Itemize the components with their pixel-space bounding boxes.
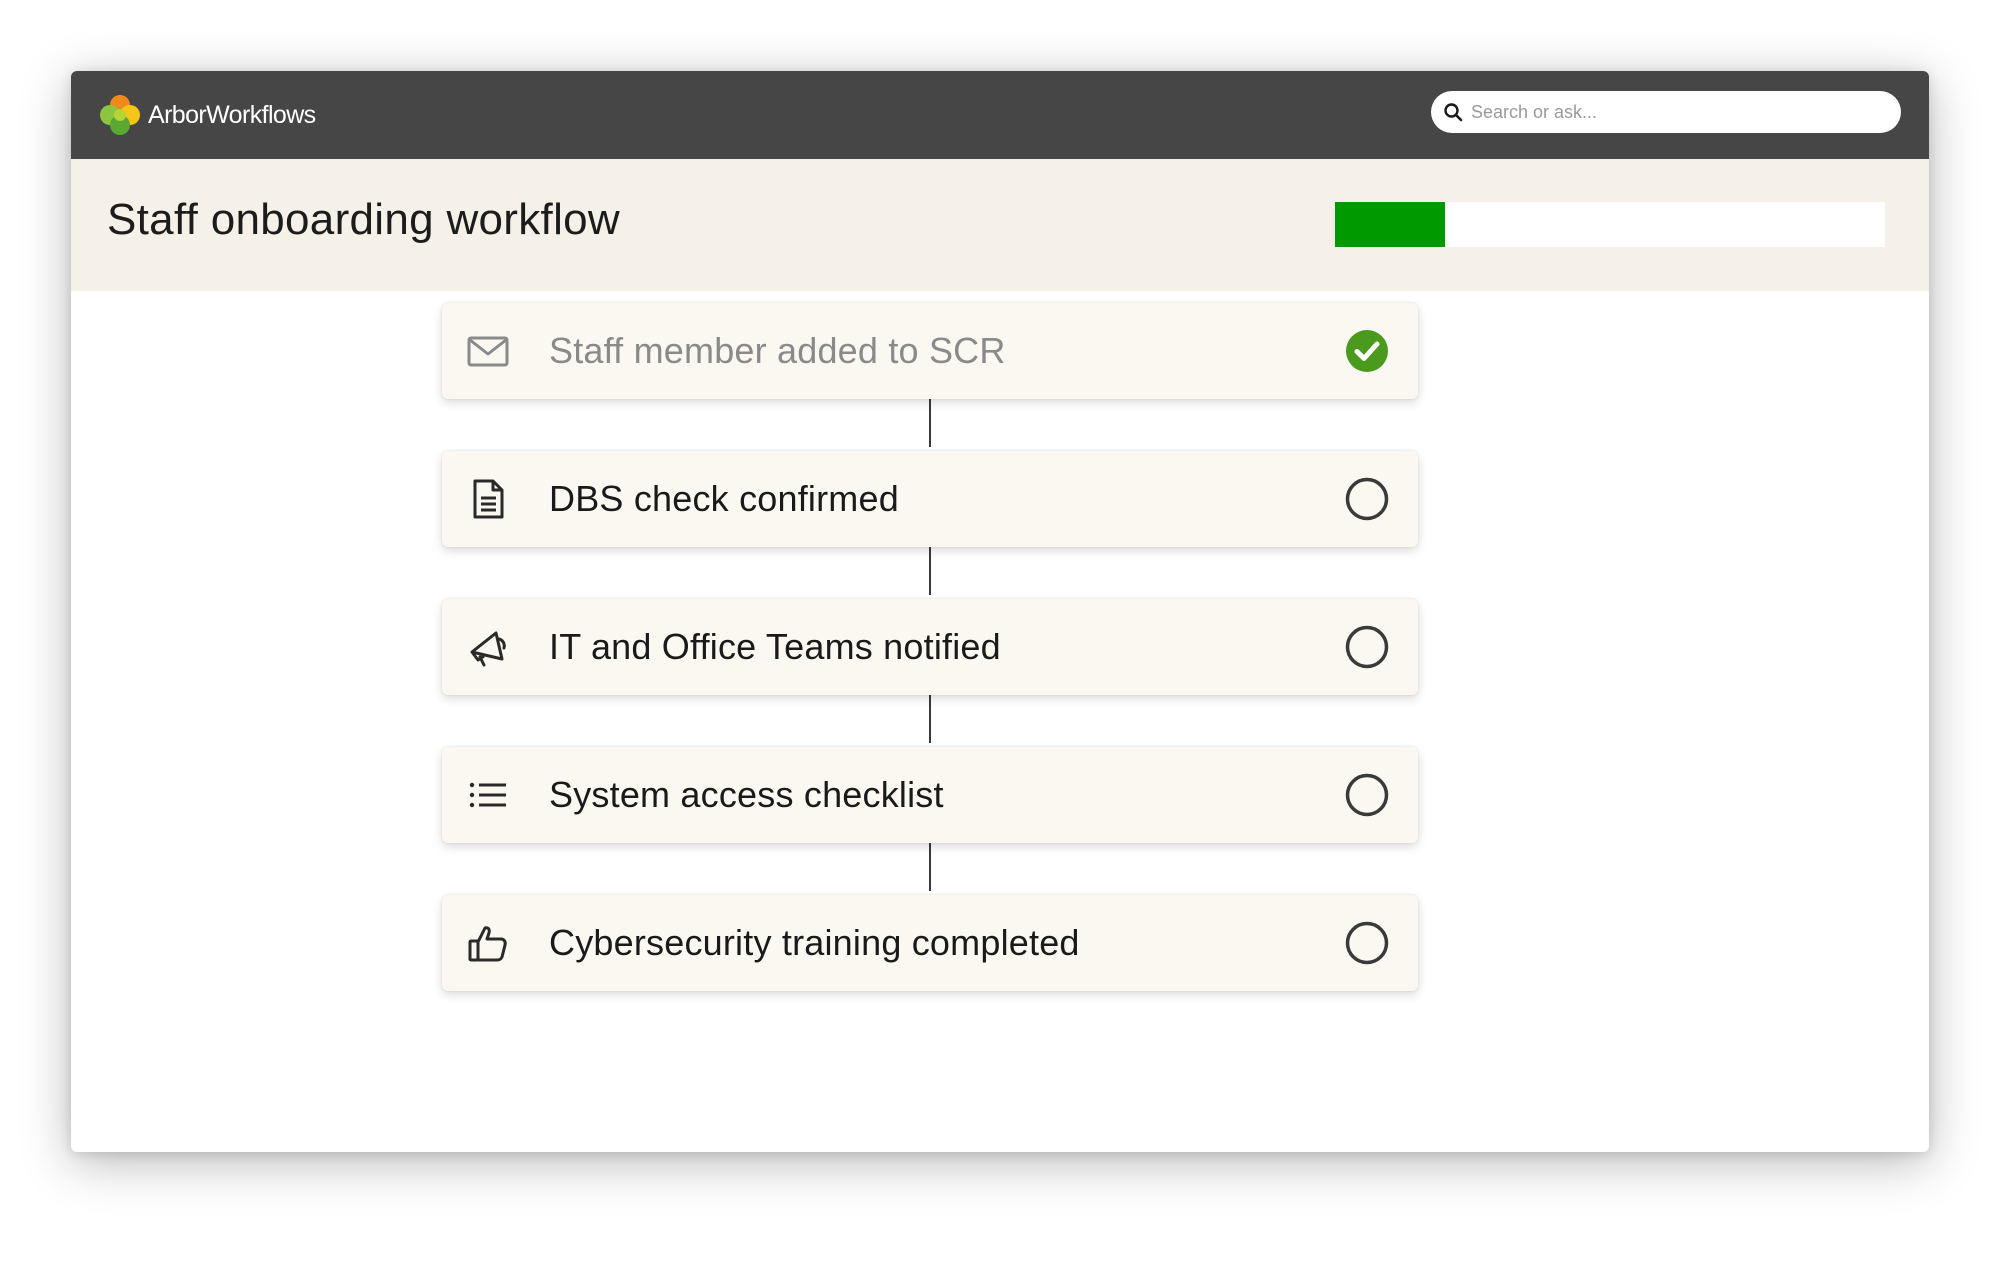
- list-icon: [466, 773, 510, 817]
- step-connector: [929, 547, 931, 595]
- workflow-step-cyber-training[interactable]: Cybersecurity training completed: [442, 895, 1418, 991]
- workflow-step-dbs[interactable]: DBS check confirmed: [442, 451, 1418, 547]
- progress-bar: [1335, 202, 1885, 247]
- megaphone-icon: [466, 625, 510, 669]
- step-label: IT and Office Teams notified: [549, 626, 1001, 667]
- top-bar: ArborWorkflows: [71, 71, 1929, 159]
- envelope-icon: [466, 329, 510, 373]
- workflow-step-it-notify[interactable]: IT and Office Teams notified: [442, 599, 1418, 695]
- step-connector: [929, 695, 931, 743]
- search-input[interactable]: [1469, 100, 1893, 124]
- step-label: Staff member added to SCR: [549, 330, 1006, 371]
- pending-circle-icon[interactable]: [1345, 773, 1389, 817]
- workflow-step-checklist[interactable]: System access checklist: [442, 747, 1418, 843]
- search-box[interactable]: [1431, 91, 1901, 133]
- thumbs-up-icon: [466, 921, 510, 965]
- step-connector: [929, 843, 931, 891]
- pending-circle-icon[interactable]: [1345, 625, 1389, 669]
- arbor-logo-icon: [97, 92, 143, 138]
- brand-logo[interactable]: ArborWorkflows: [97, 92, 316, 138]
- workflow-step-scr[interactable]: Staff member added to SCR: [442, 303, 1418, 399]
- pending-circle-icon[interactable]: [1345, 921, 1389, 965]
- document-icon: [466, 477, 510, 521]
- brand-name: ArborWorkflows: [148, 100, 316, 129]
- step-label: DBS check confirmed: [549, 478, 899, 519]
- page-title: Staff onboarding workflow: [107, 195, 620, 244]
- search-icon: [1443, 102, 1463, 122]
- page-header: Staff onboarding workflow: [71, 159, 1929, 291]
- progress-bar-fill: [1335, 202, 1445, 247]
- step-label: Cybersecurity training completed: [549, 922, 1080, 963]
- pending-circle-icon[interactable]: [1345, 477, 1389, 521]
- check-complete-icon[interactable]: [1345, 329, 1389, 373]
- step-label: System access checklist: [549, 774, 944, 815]
- step-connector: [929, 399, 931, 447]
